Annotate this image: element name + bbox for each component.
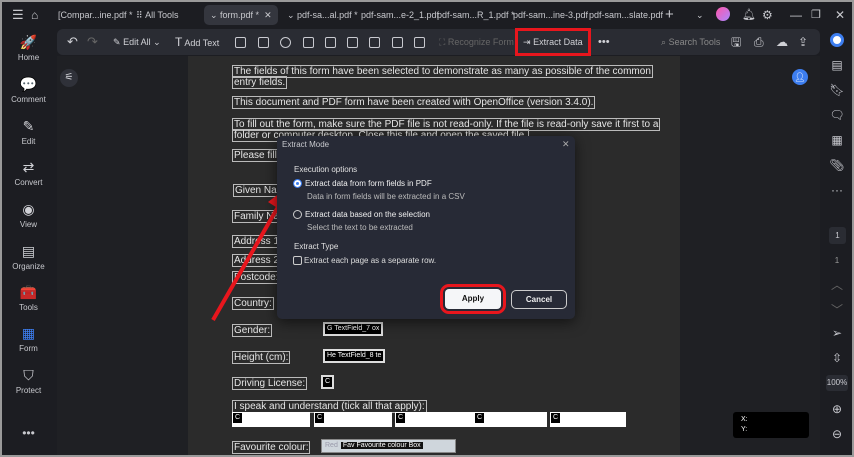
extract-mode-dialog: Extract Mode ✕ Execution options Extract… [277, 136, 575, 319]
option-selection-desc: Select the text to be extracted [307, 223, 413, 232]
radio-form-fields[interactable] [293, 179, 302, 188]
arrow-shaft [211, 199, 284, 321]
extract-type-heading: Extract Type [294, 242, 339, 251]
apply-button[interactable]: Apply [440, 284, 506, 314]
cancel-button[interactable]: Cancel [511, 290, 567, 309]
option-form-fields-label[interactable]: Extract data from form fields in PDF [305, 179, 432, 188]
separate-row-checkbox[interactable] [293, 256, 302, 265]
option-selection-label[interactable]: Extract data based on the selection [305, 210, 430, 219]
close-icon[interactable]: ✕ [562, 139, 570, 150]
dialog-title: Extract Mode [282, 140, 330, 149]
separate-row-label[interactable]: Extract each page as a separate row. [304, 256, 436, 265]
option-form-fields-desc: Data in form fields will be extracted in… [307, 192, 465, 201]
radio-selection[interactable] [293, 210, 302, 219]
execution-options-heading: Execution options [294, 165, 358, 174]
